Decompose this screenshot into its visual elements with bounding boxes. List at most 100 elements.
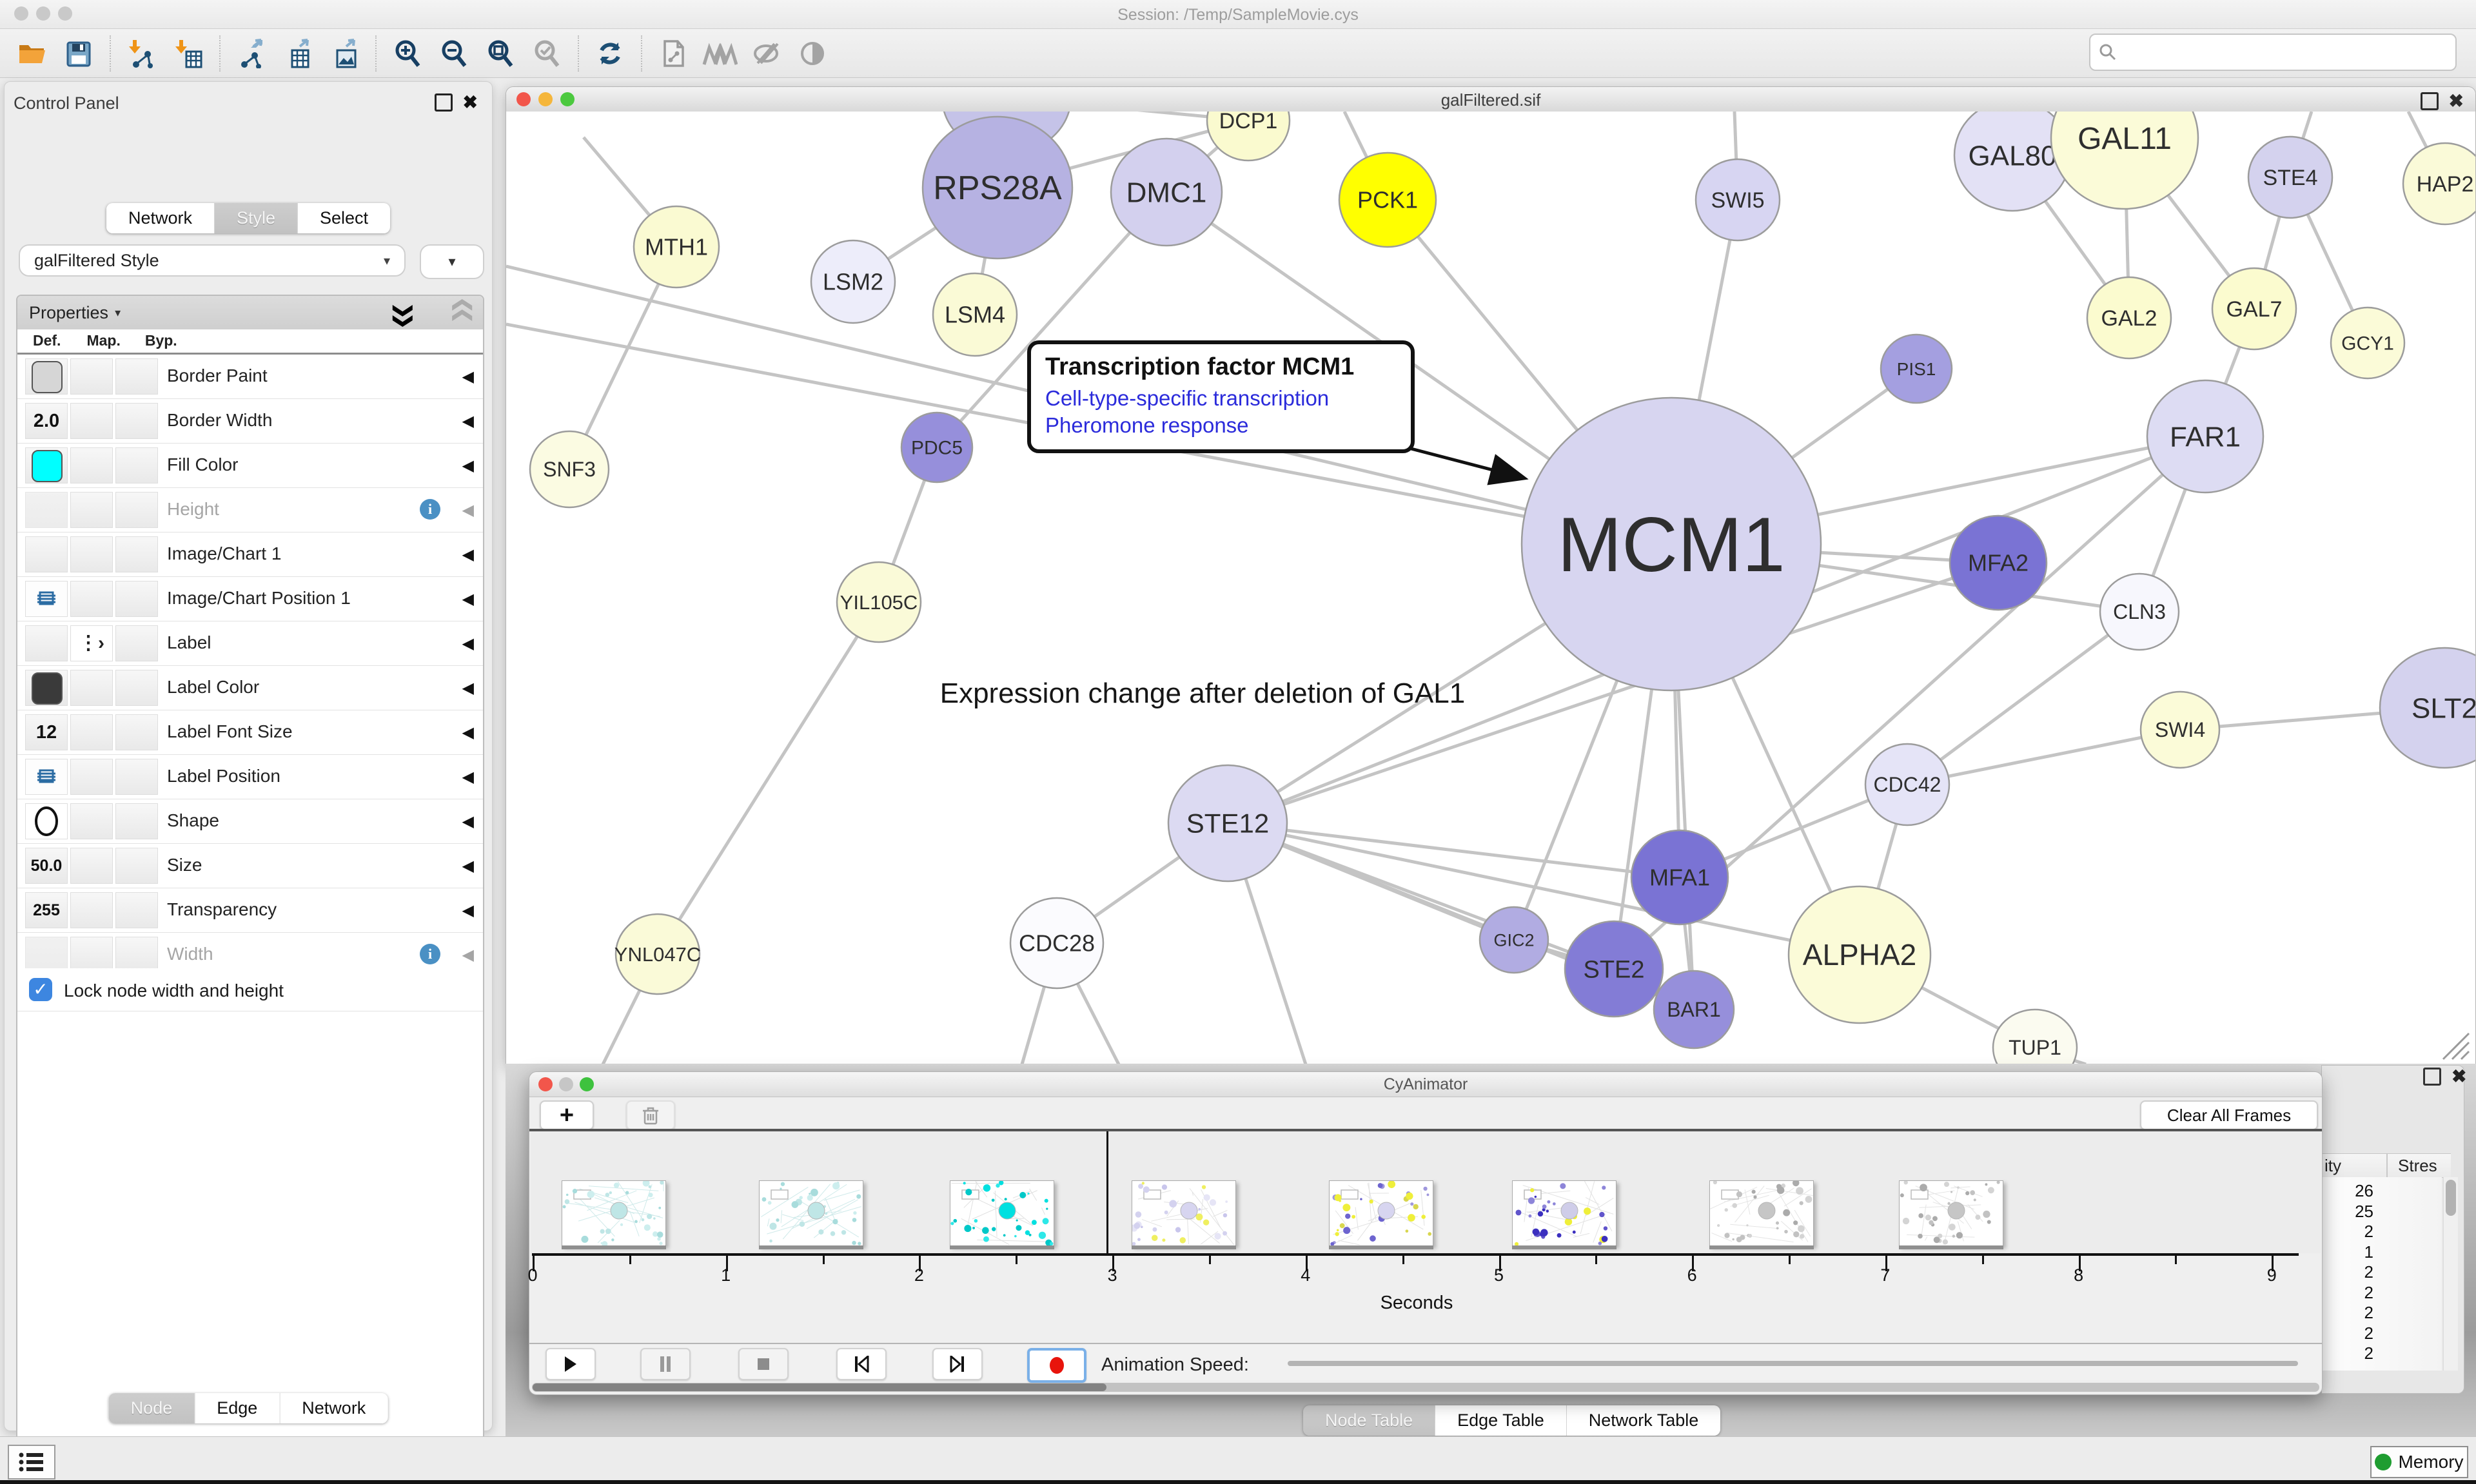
network-close-icon[interactable]: ✖ [2449, 94, 2464, 108]
expand-row-icon[interactable]: ◀ [462, 812, 474, 831]
frame-thumbnail-6[interactable] [1512, 1180, 1616, 1246]
info-icon[interactable]: i [420, 499, 440, 520]
network-node-pck1[interactable]: PCK1 [1339, 153, 1436, 247]
network-node-mcm1[interactable]: MCM1 [1522, 398, 1821, 690]
default-value-cell[interactable] [25, 803, 68, 839]
network-node-alpha2[interactable]: ALPHA2 [1789, 886, 1931, 1023]
network-window-titlebar[interactable]: galFiltered.sif ✖ [506, 87, 2475, 112]
cyanimator-titlebar[interactable]: CyAnimator [529, 1072, 2322, 1097]
table-column-centrality[interactable]: ity [2324, 1156, 2341, 1176]
skip-start-button[interactable] [836, 1348, 887, 1380]
network-node-lsm2[interactable]: LSM2 [811, 240, 895, 323]
default-value-cell[interactable] [25, 937, 68, 973]
play-button[interactable] [545, 1348, 596, 1380]
network-node-lsm4[interactable]: LSM4 [933, 273, 1017, 356]
style-dropdown[interactable]: galFiltered Style ▾ [19, 244, 406, 277]
expand-row-icon[interactable]: ◀ [462, 857, 474, 875]
property-row-border-paint[interactable]: Border Paint◀ [17, 355, 483, 399]
bypass-cell[interactable] [115, 447, 158, 483]
network-node-ste12[interactable]: STE12 [1168, 765, 1287, 881]
annotation-link[interactable]: Cell-type-specific transcription [1045, 386, 1397, 411]
bypass-cell[interactable] [115, 625, 158, 661]
timeline-frames-area[interactable] [531, 1131, 2321, 1253]
bypass-cell[interactable] [115, 937, 158, 973]
zoom-selected-icon[interactable] [527, 34, 566, 73]
bypass-cell[interactable] [115, 892, 158, 928]
network-node-ynl047c[interactable]: YNL047C [614, 914, 701, 994]
annotation-link[interactable]: Pheromone response [1045, 413, 1397, 438]
timeline-playhead[interactable] [1106, 1131, 1108, 1253]
frame-thumbnail-4[interactable] [1132, 1180, 1236, 1246]
network-node-yil105c[interactable]: YIL105C [837, 562, 921, 642]
export-network-icon[interactable] [232, 34, 271, 73]
table-panel-close-icon[interactable]: ✖ [2451, 1069, 2466, 1084]
default-value-cell[interactable] [25, 536, 68, 572]
expand-row-icon[interactable]: ◀ [462, 412, 474, 431]
table-cell-value[interactable]: 26 [2322, 1181, 2373, 1201]
mapping-cell[interactable] [70, 358, 113, 395]
mapping-cell[interactable] [70, 492, 113, 528]
network-node-tup1[interactable]: TUP1 [1993, 1010, 2077, 1064]
panel-tab-node[interactable]: Node [109, 1393, 195, 1423]
expand-row-icon[interactable]: ◀ [462, 501, 474, 520]
bypass-cell[interactable] [115, 403, 158, 439]
collapse-all-icon[interactable]: ❯❯ [449, 302, 472, 323]
animation-speed-slider[interactable] [1288, 1361, 2298, 1366]
skip-end-button[interactable] [932, 1348, 983, 1380]
import-table-icon[interactable] [169, 34, 208, 73]
property-row-fill-color[interactable]: Fill Color◀ [17, 444, 483, 488]
stop-button[interactable] [738, 1348, 789, 1380]
table-cell-value[interactable]: 2 [2322, 1303, 2373, 1323]
default-value-cell[interactable] [25, 759, 68, 795]
property-row-image-chart-1[interactable]: Image/Chart 1◀ [17, 532, 483, 577]
task-history-button[interactable] [8, 1445, 55, 1479]
expand-row-icon[interactable]: ◀ [462, 723, 474, 742]
expand-row-icon[interactable]: ◀ [462, 590, 474, 609]
network-node-rps28a[interactable]: RPS28A [923, 117, 1072, 259]
open-session-icon[interactable] [13, 34, 52, 73]
network-node-ste2[interactable]: STE2 [1565, 921, 1663, 1017]
mapping-cell[interactable] [70, 892, 113, 928]
lock-checkbox[interactable]: ✓ [29, 978, 52, 1001]
property-row-transparency[interactable]: 255Transparency◀ [17, 888, 483, 933]
expand-row-icon[interactable]: ◀ [462, 768, 474, 786]
network-node-dcp1[interactable]: DCP1 [1207, 112, 1290, 161]
default-value-cell[interactable]: 50.0 [25, 848, 68, 884]
table-tab-node-table[interactable]: Node Table [1303, 1405, 1435, 1436]
import-network-icon[interactable] [123, 34, 161, 73]
mapping-cell[interactable] [70, 759, 113, 795]
timeline-scrollbar-thumb[interactable] [533, 1383, 1106, 1391]
bypass-cell[interactable] [115, 670, 158, 706]
table-scrollbar-thumb[interactable] [2446, 1180, 2456, 1216]
network-node-swi5[interactable]: SWI5 [1696, 159, 1780, 240]
table-cell-value[interactable]: 1 [2322, 1242, 2373, 1262]
network-node-slt2[interactable]: SLT2 [2380, 648, 2475, 768]
annotation-box[interactable]: Transcription factor MCM1 Cell-type-spec… [1027, 340, 1415, 453]
network-node-cln3[interactable]: CLN3 [2100, 574, 2179, 650]
network-node-mfa2[interactable]: MFA2 [1950, 516, 2047, 610]
refresh-layout-icon[interactable] [591, 34, 629, 73]
pause-button[interactable] [640, 1348, 691, 1380]
mapping-cell[interactable] [70, 803, 113, 839]
table-scrollbar[interactable] [2443, 1177, 2458, 1371]
frame-thumbnail-3[interactable] [950, 1180, 1054, 1246]
bypass-cell[interactable] [115, 759, 158, 795]
tab-style[interactable]: Style [215, 203, 298, 233]
memory-button[interactable]: Memory [2370, 1446, 2468, 1478]
mapping-cell[interactable] [70, 447, 113, 483]
control-panel-close-icon[interactable]: ✖ [463, 95, 478, 110]
add-frame-button[interactable]: + [540, 1100, 594, 1130]
export-table-icon[interactable] [279, 34, 317, 73]
tab-select[interactable]: Select [298, 203, 390, 233]
network-node-gic2[interactable]: GIC2 [1480, 907, 1548, 973]
default-value-cell[interactable]: 12 [25, 714, 68, 750]
table-tab-network-table[interactable]: Network Table [1567, 1405, 1721, 1436]
property-row-size[interactable]: 50.0Size◀ [17, 844, 483, 888]
frame-thumbnail-2[interactable] [759, 1180, 863, 1246]
property-row-label-color[interactable]: Label Color◀ [17, 666, 483, 710]
table-cell-value[interactable]: 2 [2322, 1343, 2373, 1363]
zoom-fit-icon[interactable] [481, 34, 520, 73]
table-tab-edge-table[interactable]: Edge Table [1435, 1405, 1567, 1436]
default-value-cell[interactable] [25, 358, 68, 395]
mapping-cell[interactable] [70, 581, 113, 617]
